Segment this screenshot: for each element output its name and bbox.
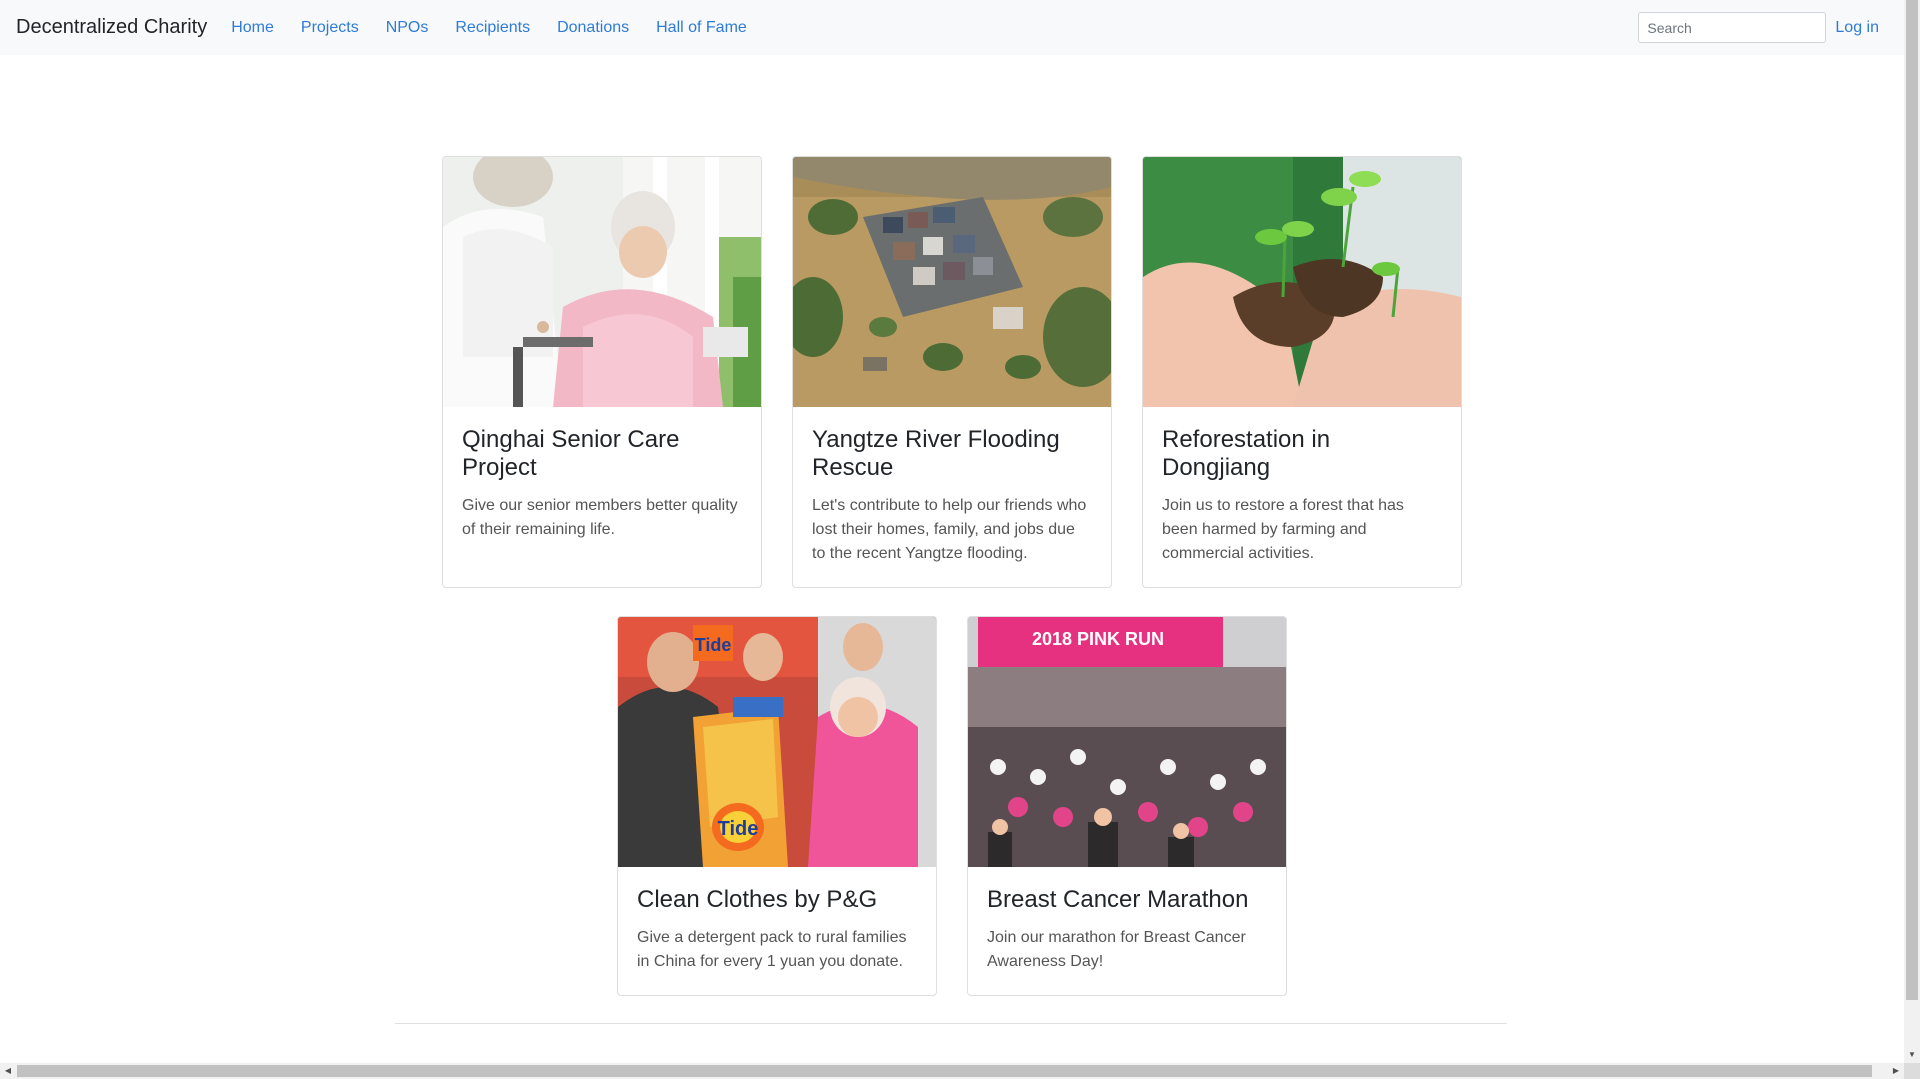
scroll-down-arrow-icon[interactable]: ▼ <box>1904 1047 1920 1063</box>
svg-text:2018 PINK RUN: 2018 PINK RUN <box>1032 629 1164 649</box>
scrollbar-corner <box>1904 1063 1920 1079</box>
scroll-right-arrow-icon[interactable]: ▶ <box>1888 1063 1904 1079</box>
card-title[interactable]: Qinghai Senior Care Project <box>462 426 741 482</box>
horizontal-scroll-thumb[interactable] <box>17 1065 1872 1077</box>
svg-text:Tide: Tide <box>695 635 732 655</box>
navbar-right: Log in <box>1638 12 1879 43</box>
nav-link-hall-of-fame[interactable]: Hall of Fame <box>656 19 747 37</box>
project-card-clean-clothes[interactable]: Tide Tide Clean Clothes by P&G Give a de… <box>617 616 937 996</box>
card-body: Yangtze River Flooding Rescue Let's cont… <box>793 407 1111 584</box>
login-link[interactable]: Log in <box>1835 19 1879 37</box>
card-description: Let's contribute to help our friends who… <box>812 497 1087 562</box>
vertical-scrollbar[interactable]: ▲ ▼ <box>1904 0 1920 1063</box>
browser-viewport: Decentralized Charity Home Projects NPOs… <box>0 0 1920 1079</box>
card-title[interactable]: Yangtze River Flooding Rescue <box>812 426 1091 482</box>
nav-link-projects[interactable]: Projects <box>301 19 359 37</box>
card-body: Breast Cancer Marathon Join our marathon… <box>968 867 1286 992</box>
card-body: Clean Clothes by P&G Give a detergent pa… <box>618 867 936 992</box>
nav-link-recipients[interactable]: Recipients <box>455 19 530 37</box>
seedling-hands-photo <box>1143 157 1461 407</box>
top-navbar: Decentralized Charity Home Projects NPOs… <box>0 0 1904 55</box>
senior-care-photo <box>443 157 761 407</box>
svg-text:Tide: Tide <box>718 818 759 840</box>
card-title[interactable]: Clean Clothes by P&G <box>637 886 916 914</box>
horizontal-scrollbar[interactable]: ◀ ▶ <box>0 1063 1904 1079</box>
pink-run-photo: 2018 PINK RUN <box>968 617 1286 867</box>
card-description: Join our marathon for Breast Cancer Awar… <box>987 929 1246 970</box>
card-description: Give a detergent pack to rural families … <box>637 929 907 970</box>
card-description: Join us to restore a forest that has bee… <box>1162 497 1404 562</box>
project-card-breast-cancer-marathon[interactable]: 2018 PINK RUN Breast Cancer Marathon Joi… <box>967 616 1287 996</box>
card-title[interactable]: Reforestation in Dongjiang <box>1162 426 1441 482</box>
vertical-scroll-thumb[interactable] <box>1906 0 1918 1000</box>
nav-link-donations[interactable]: Donations <box>557 19 629 37</box>
project-card-reforestation[interactable]: Reforestation in Dongjiang Join us to re… <box>1142 156 1462 588</box>
nav-link-npos[interactable]: NPOs <box>386 19 429 37</box>
footer-divider <box>395 1023 1507 1024</box>
nav-link-home[interactable]: Home <box>231 19 274 37</box>
project-card-senior-care[interactable]: Qinghai Senior Care Project Give our sen… <box>442 156 762 588</box>
card-body: Reforestation in Dongjiang Join us to re… <box>1143 407 1461 584</box>
search-input[interactable] <box>1638 12 1827 43</box>
project-card-yangtze-flooding[interactable]: Yangtze River Flooding Rescue Let's cont… <box>792 156 1112 588</box>
card-description: Give our senior members better quality o… <box>462 497 738 538</box>
card-body: Qinghai Senior Care Project Give our sen… <box>443 407 761 560</box>
scroll-left-arrow-icon[interactable]: ◀ <box>0 1063 16 1079</box>
detergent-donation-photo: Tide Tide <box>618 617 936 867</box>
card-title[interactable]: Breast Cancer Marathon <box>987 886 1266 914</box>
flooded-village-photo <box>793 157 1111 407</box>
brand-link[interactable]: Decentralized Charity <box>16 0 207 55</box>
